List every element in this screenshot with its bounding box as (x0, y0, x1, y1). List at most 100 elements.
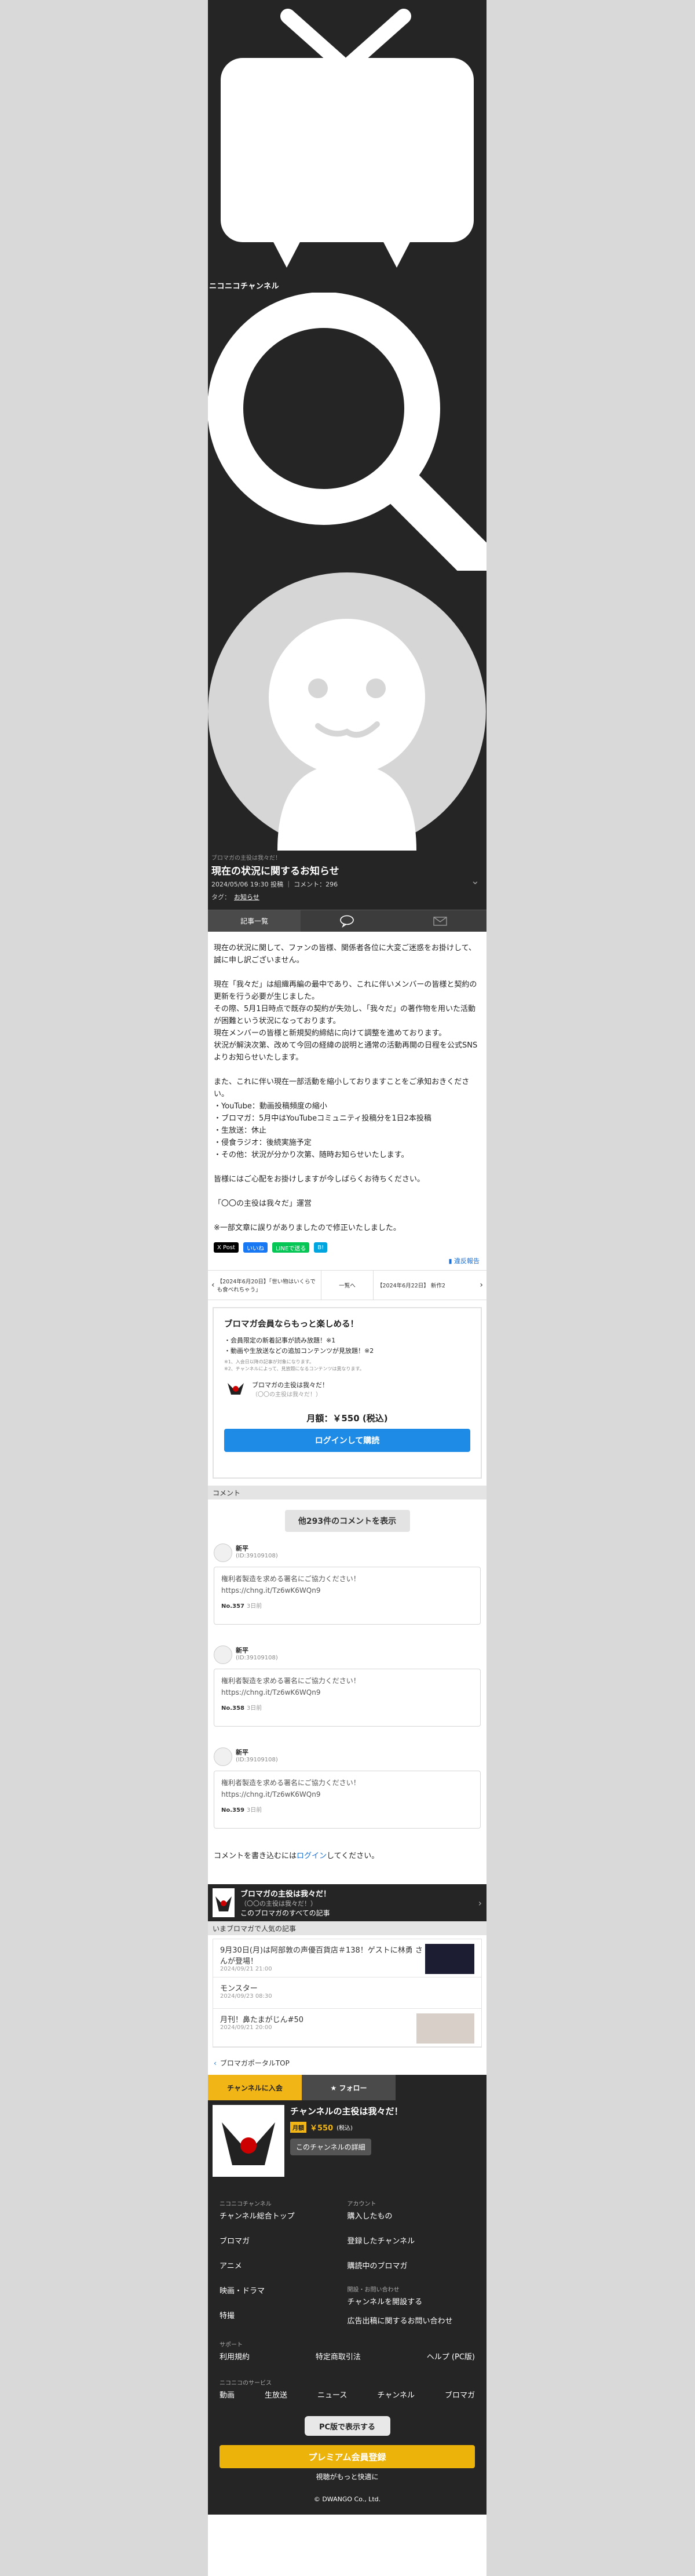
footer-link[interactable]: 映画・ドラマ (220, 2285, 348, 2296)
report-link[interactable]: ▮ 違反報告 (208, 1255, 487, 1270)
x-post-button[interactable]: X Post (214, 1242, 239, 1253)
footer-heading: ニコニコのサービス (220, 2380, 272, 2387)
hatena-bookmark-button[interactable]: B! (314, 1242, 328, 1253)
footer-link[interactable]: 生放送 (265, 2389, 287, 2400)
article-list-link[interactable]: 一覧へ (321, 1271, 374, 1300)
commenter-name[interactable]: 新平 (236, 1747, 278, 1757)
footer-heading: アカウント (347, 2201, 376, 2208)
next-article-link[interactable]: 【2024年6月22日】 新作2 › (374, 1271, 487, 1300)
login-link[interactable]: ログイン (297, 1852, 327, 1860)
blomaga-name: ブロマガの主役は我々だ！ (252, 1381, 328, 1389)
commenter-name[interactable]: 新平 (236, 1544, 278, 1553)
tag-link[interactable]: お知らせ (234, 893, 259, 901)
popular-articles: いまブロマガで人気の記事 9月30日(月)は阿部敦の声優百貨店＃138！ゲストに… (208, 1921, 487, 2048)
premium-signup-button[interactable]: プレミアム会員登録 (220, 2445, 475, 2468)
channel-emblem-icon (224, 1377, 247, 1400)
channel-info: チャンネルに入会 ★ フォロー チャンネルの主役は我々だ！ 月額 ￥550 (税… (208, 2075, 487, 2187)
page-column: ニコニコチャンネル ブロマガの主役は我々だ！ 現在の状況に関するお知らせ 202… (208, 0, 487, 2576)
tab-article-list[interactable]: 記事一覧 (208, 910, 301, 932)
popular-item[interactable]: 月刊！鼻たまがじん#50 2024/09/21 20:00 (213, 2009, 481, 2047)
tag-label: タグ： (211, 893, 231, 901)
blomaga-portal-link[interactable]: ‹ ブロマガポータルTOP (208, 2051, 487, 2075)
login-note-pre: コメントを書き込むには (214, 1852, 297, 1860)
login-note-post: してください。 (327, 1852, 379, 1860)
search-icon[interactable] (208, 293, 487, 571)
blomaga-subname: （〇〇の主役は我々だ！） (252, 1391, 321, 1398)
footer-link[interactable]: 特撮 (220, 2309, 348, 2320)
channel-actions: チャンネルに入会 ★ フォロー (208, 2075, 487, 2100)
article-paragraph: ※一部文章に誤りがありましたので修正いたしました。 (214, 1224, 401, 1232)
chevron-left-icon: ‹ (214, 2059, 217, 2067)
prev-article-link[interactable]: ‹ 【2024年6月20日】「世い物はいくらでも食べれちゃう」 (208, 1271, 321, 1300)
tab-comment[interactable] (301, 910, 393, 932)
footer-link[interactable]: 特定商取引法 (316, 2351, 361, 2362)
footer-link[interactable]: 購読中のブロマガ (348, 2260, 475, 2271)
article-paragraph: 現在「我々だ」は組織再編の最中であり、これに伴いメンバーの皆様と契約の更新を行う… (214, 980, 478, 1062)
footer-link[interactable]: ブロマガ (220, 2235, 348, 2246)
chevron-right-icon: › (478, 1897, 482, 1909)
channel-emblem-icon (213, 1888, 235, 1917)
tag-row: タグ： お知らせ (211, 892, 482, 902)
membership-title: ブロマガ会員ならもっと楽しめる！ (224, 1320, 359, 1329)
chevron-right-icon: › (480, 1280, 483, 1290)
comment-item: 新平 (ID:39109108) 権利者製造を求める署名にご協力ください！ htt… (208, 1544, 487, 1645)
footer-link[interactable]: チャンネル総合トップ (220, 2210, 348, 2221)
membership-price: 月額：￥550 (税込) (306, 1413, 388, 1424)
follow-button[interactable]: ★ フォロー (302, 2075, 396, 2100)
user-avatar-icon[interactable] (208, 572, 487, 851)
popular-thumbnail (425, 1944, 474, 1974)
line-share-button[interactable]: LINEで送る (272, 1242, 310, 1253)
show-more-comments-button[interactable]: 他293件のコメントを表示 (284, 1510, 410, 1532)
footer-link[interactable]: ヘルプ (PC版) (427, 2351, 475, 2362)
footer-link[interactable]: 広告出稿に関するお問い合わせ (348, 2315, 475, 2326)
comment-number: No.359 3日前 (221, 1805, 473, 1816)
channel-bar-all-articles: このブロマガのすべての記事 (240, 1909, 330, 1917)
footer-link[interactable]: アニメ (220, 2260, 348, 2271)
footer-link[interactable]: チャンネルを開設する (348, 2296, 475, 2307)
comment-no: No.357 (221, 1603, 244, 1610)
blomaga-all-articles-bar[interactable]: ブロマガの主役は我々だ！ （〇〇の主役は我々だ！） このブロマガのすべての記事 … (208, 1884, 487, 1921)
footer-link[interactable]: 動画 (220, 2389, 235, 2400)
chevron-down-icon[interactable]: ⌄ (471, 875, 480, 887)
footer-link[interactable]: 利用規約 (220, 2351, 250, 2362)
commenter-avatar[interactable] (214, 1544, 232, 1562)
pc-view-button[interactable]: PC版で表示する (304, 2416, 390, 2436)
channel-logo[interactable] (213, 2105, 284, 2177)
commenter-name[interactable]: 新平 (236, 1645, 278, 1655)
membership-box: ブロマガ会員ならもっと楽しめる！ ・会員限定の新着記事が読み放題！※1 ・動画や… (213, 1307, 482, 1479)
portal-label: ブロマガポータルTOP (220, 2059, 290, 2067)
popular-date: 2024/09/23 08:30 (220, 1993, 272, 1999)
popular-item[interactable]: モンスター 2024/09/23 08:30 (213, 1977, 481, 2009)
copyright: © DWANGO Co., Ltd. (313, 2495, 381, 2503)
blomaga-card: ブロマガの主役は我々だ！ （〇〇の主役は我々だ！） (224, 1377, 470, 1400)
commenter-avatar[interactable] (214, 1645, 232, 1664)
comment-box: 権利者製造を求める署名にご協力ください！ https://chng.it/Tz6… (214, 1669, 481, 1727)
join-channel-button[interactable]: チャンネルに入会 (208, 2075, 302, 2100)
facebook-like-button[interactable]: いいね (243, 1242, 268, 1253)
login-subscribe-button[interactable]: ログインして購読 (224, 1429, 470, 1452)
article-paragraph: 「〇〇の主役は我々だ」運営 (214, 1199, 312, 1208)
article-paragraph: 皆様にはご心配をお掛けしますが今しばらくお待ちください。 (214, 1175, 425, 1184)
prev-article-title: 【2024年6月20日】「世い物はいくらでも食べれちゃう」 (217, 1279, 316, 1293)
popular-title: 月刊！鼻たまがじん#50 (220, 2016, 304, 2024)
channel-detail-button[interactable]: このチャンネルの詳細 (290, 2139, 371, 2155)
commenter-id: (ID:39109108) (236, 1757, 278, 1763)
comment-no: No.358 (221, 1705, 244, 1712)
share-bar: X Post いいね LINEで送る B! (208, 1240, 487, 1255)
article-body: 現在の状況に関して、ファンの皆様、関係者各位に大変ご迷惑をお掛けして、誠に申し訳… (208, 932, 487, 1240)
channel-price: 月額 ￥550 (税込) (290, 2122, 403, 2133)
niconico-channel-logo[interactable]: ニコニコチャンネル (209, 280, 279, 291)
tab-mail[interactable] (394, 910, 487, 932)
footer-link[interactable]: ニュース (317, 2389, 347, 2400)
footer-link[interactable]: ブロマガ (445, 2389, 475, 2400)
report-label: 違反報告 (454, 1257, 480, 1265)
popular-item[interactable]: 9月30日(月)は阿部敦の声優百貨店＃138！ゲストに林勇 さんが登場！ 2024… (213, 1939, 481, 1977)
commenter-avatar[interactable] (214, 1747, 232, 1766)
niconico-tv-icon[interactable] (208, 0, 487, 278)
article-header: ブロマガの主役は我々だ！ 現在の状況に関するお知らせ 2024/05/06 19… (208, 851, 487, 910)
footer-link[interactable]: チャンネル (377, 2389, 415, 2400)
footer-link[interactable]: 購入したもの (348, 2210, 475, 2221)
comments-section-header: コメント (208, 1486, 487, 1499)
footer-link[interactable]: 登録したチャンネル (348, 2235, 475, 2246)
blomaga-name[interactable]: ブロマガの主役は我々だ！ (211, 853, 482, 862)
